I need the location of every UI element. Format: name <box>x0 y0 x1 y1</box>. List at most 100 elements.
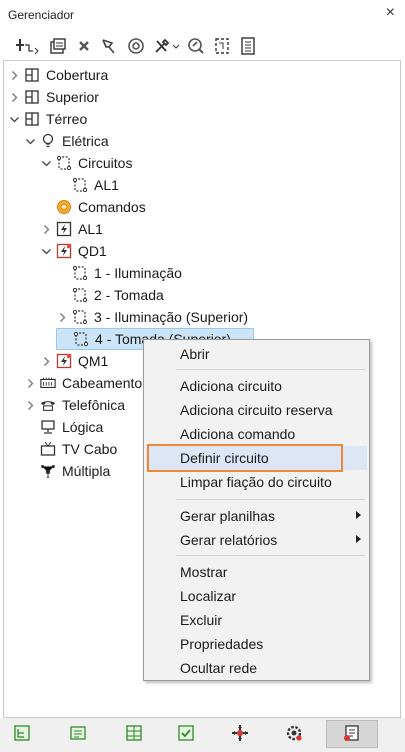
context-menu-item[interactable]: Gerar planilhas <box>146 504 367 528</box>
toolbar <box>14 34 258 58</box>
menu-separator <box>176 555 365 556</box>
tree-node[interactable]: 1 - Iluminação <box>56 262 182 284</box>
bottom-tab[interactable] <box>326 720 378 748</box>
close-button[interactable]: × <box>386 4 395 22</box>
chevron-down-icon[interactable] <box>40 157 52 169</box>
chevron-down-icon[interactable] <box>24 135 36 147</box>
tree-node[interactable]: Cabeamento <box>24 372 142 394</box>
tree-node-label: QM1 <box>78 353 109 369</box>
grid-tab-icon <box>126 724 142 744</box>
layers-button[interactable] <box>48 36 68 56</box>
tree-node[interactable]: Circuitos <box>40 152 132 174</box>
tree-node-label: AL1 <box>94 177 119 193</box>
circuit-icon <box>72 177 88 193</box>
bottom-tab[interactable] <box>64 720 92 748</box>
tree-node-label: Comandos <box>78 199 146 215</box>
add-tree-button[interactable] <box>14 36 42 56</box>
tree-node-label: QD1 <box>78 243 107 259</box>
filter-icon <box>102 39 115 54</box>
bottom-tab-bar <box>0 718 405 752</box>
tree-node[interactable]: QD1 <box>40 240 107 262</box>
zoom-button[interactable] <box>186 36 206 56</box>
tree-node[interactable]: 3 - Iluminação (Superior) <box>56 306 248 328</box>
layers-icon <box>50 38 66 54</box>
document-icon <box>241 37 255 55</box>
context-menu-item-label: Ocultar rede <box>180 660 258 676</box>
chevron-right-icon[interactable] <box>24 399 36 411</box>
context-menu-item[interactable]: Definir circuito <box>146 444 367 472</box>
tree-node[interactable]: Múltipla <box>24 460 110 482</box>
menu-separator <box>176 369 365 370</box>
tree-node-label: TV Cabo <box>62 441 118 457</box>
context-menu-item[interactable]: Limpar fiação do circuito <box>146 470 367 494</box>
chevron-right-icon[interactable] <box>8 69 20 81</box>
network-icon <box>40 419 56 435</box>
context-menu-item[interactable]: Abrir <box>146 342 367 366</box>
context-menu-item-label: Adiciona comando <box>180 426 296 442</box>
delete-button[interactable] <box>74 36 94 56</box>
chevron-right-icon[interactable] <box>24 377 36 389</box>
diagram-button[interactable] <box>212 36 232 56</box>
tree-node-label: Cabeamento <box>62 375 143 391</box>
tree-node[interactable]: AL1 <box>40 218 103 240</box>
tree-node[interactable]: 2 - Tomada <box>56 284 164 306</box>
context-menu-item[interactable]: Adiciona circuito reserva <box>146 398 367 422</box>
tree-node[interactable]: Telefônica <box>24 394 125 416</box>
context-menu-item-label: Excluir <box>180 612 223 628</box>
context-menu-item[interactable]: Localizar <box>146 584 367 608</box>
tree-node[interactable]: QM1 <box>40 350 108 372</box>
tree-node-label: Superior <box>46 89 99 105</box>
circuit-icon <box>73 331 89 347</box>
context-menu-item[interactable]: Excluir <box>146 608 367 632</box>
bottom-tab[interactable] <box>226 720 254 748</box>
tv-icon <box>40 441 56 457</box>
floor-plan-icon <box>24 89 40 105</box>
bottom-tab[interactable] <box>120 720 148 748</box>
tree-node-label: Térreo <box>46 111 88 127</box>
context-menu-item[interactable]: Propriedades <box>146 632 367 656</box>
context-menu-item[interactable]: Gerar relatórios <box>146 528 367 552</box>
chevron-right-icon[interactable] <box>8 91 20 103</box>
settings-tab-icon <box>285 724 303 745</box>
target-button[interactable] <box>126 36 146 56</box>
floor-plan-icon <box>24 111 40 127</box>
chevron-right-icon[interactable] <box>56 311 68 323</box>
context-menu-item[interactable]: Adiciona comando <box>146 422 367 446</box>
context-menu-item[interactable]: Adiciona circuito <box>146 374 367 398</box>
list-tab-icon <box>70 725 86 744</box>
tree-node[interactable]: Cobertura <box>8 64 108 86</box>
chevron-right-icon[interactable] <box>40 223 52 235</box>
context-menu-item-label: Gerar relatórios <box>180 532 278 548</box>
telephone-icon <box>40 397 56 413</box>
add-tree-icon <box>16 39 39 55</box>
tree-node[interactable]: Térreo <box>8 108 87 130</box>
bottom-tab[interactable] <box>172 720 200 748</box>
circuit-icon <box>72 309 88 325</box>
tree-node-label: AL1 <box>78 221 103 237</box>
chevron-down-icon[interactable] <box>40 245 52 257</box>
tree-node[interactable]: Elétrica <box>24 130 109 152</box>
tree-node[interactable]: TV Cabo <box>24 438 117 460</box>
bottom-tab[interactable] <box>280 720 308 748</box>
filter-button[interactable] <box>100 36 120 56</box>
properties-tab-icon <box>343 724 361 745</box>
tree-node-label: 1 - Iluminação <box>94 265 182 281</box>
move-tab-icon <box>231 724 249 745</box>
tools-button[interactable] <box>152 36 180 56</box>
context-menu-item-label: Definir circuito <box>180 450 269 466</box>
chevron-right-icon[interactable] <box>40 355 52 367</box>
document-button[interactable] <box>238 36 258 56</box>
bottom-tab[interactable] <box>8 720 36 748</box>
chevron-down-icon[interactable] <box>8 113 20 125</box>
tree-node[interactable]: AL1 <box>56 174 119 196</box>
context-menu-item-label: Abrir <box>180 346 210 362</box>
context-menu-item[interactable]: Mostrar <box>146 560 367 584</box>
context-menu-item[interactable]: Ocultar rede <box>146 656 367 680</box>
tree-node[interactable]: Comandos <box>40 196 146 218</box>
tree-node[interactable]: Superior <box>8 86 99 108</box>
tree-node[interactable]: Lógica <box>24 416 103 438</box>
